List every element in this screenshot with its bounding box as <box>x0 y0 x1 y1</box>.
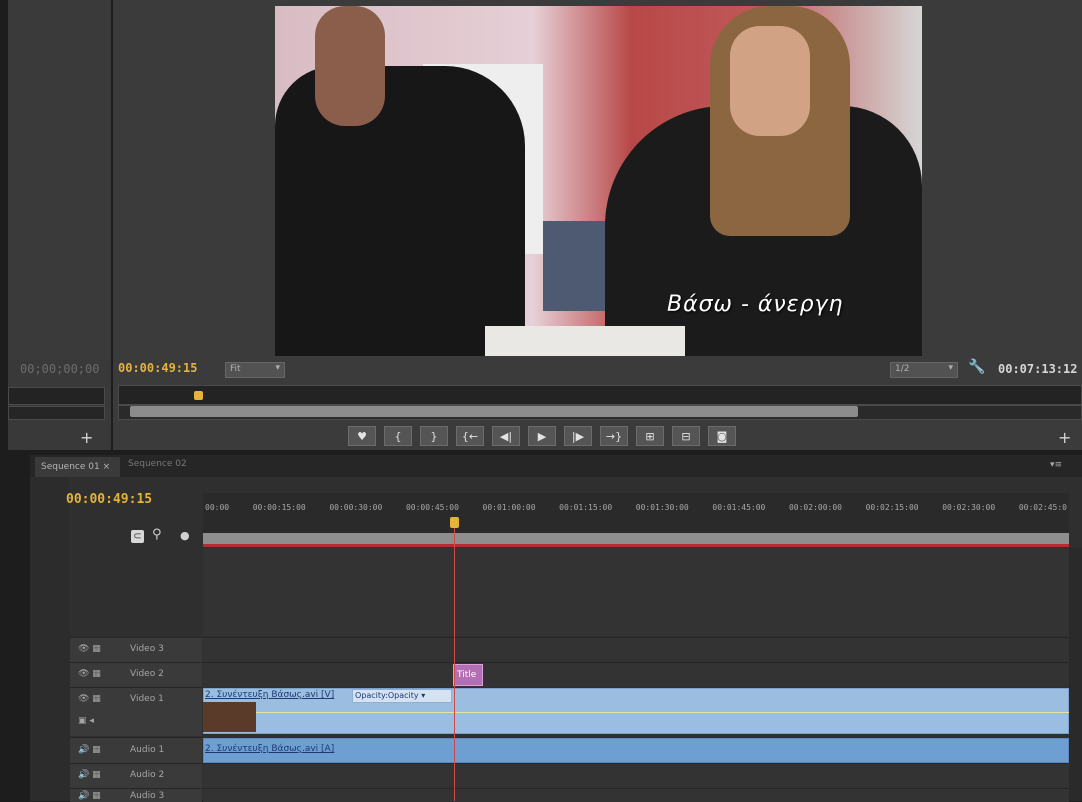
video-clip-thumbnail <box>203 702 256 732</box>
go-to-out-button[interactable]: →} <box>600 426 628 446</box>
timeline-vertical-scrollbar[interactable] <box>1069 548 1082 801</box>
tab-sequence-02[interactable]: Sequence 02 <box>128 459 187 469</box>
export-frame-button[interactable]: ◙ <box>708 426 736 446</box>
opacity-rubber-band[interactable] <box>256 712 1069 713</box>
track-header-audio-3[interactable]: 🔊 ▦ Audio 3 <box>70 788 202 802</box>
source-zoom-bar[interactable] <box>8 406 105 420</box>
ruler-label: 00:00:30:00 <box>329 503 383 512</box>
track-area-video-2[interactable] <box>203 662 1069 687</box>
eye-icon[interactable]: 👁 ▦ <box>78 669 101 679</box>
extract-button[interactable]: ⊟ <box>672 426 700 446</box>
timeline-playhead-line <box>454 528 455 801</box>
eye-icon[interactable]: 👁 ▦ <box>78 644 101 654</box>
program-time-ruler[interactable] <box>118 385 1082 405</box>
keyframe-icon[interactable]: ▣ ◂ <box>78 716 94 726</box>
chevron-down-icon: ▾ <box>275 363 280 373</box>
resolution-dropdown[interactable]: 1/2 ▾ <box>890 362 958 378</box>
eye-icon[interactable]: 👁 ▦ <box>78 694 101 704</box>
ruler-label: 00:00 <box>205 503 230 512</box>
track-label: Video 2 <box>130 669 164 679</box>
source-add-button[interactable]: + <box>80 428 93 447</box>
timeline-left-strip <box>30 477 70 801</box>
timeline-empty-area <box>203 548 1069 636</box>
fit-dropdown-label: Fit <box>230 364 241 374</box>
ruler-label: 00:02:00:00 <box>788 503 842 512</box>
audio-clip-name: 2. Συνέντευξη Βάσως.avi [A] <box>205 744 335 754</box>
resolution-dropdown-label: 1/2 <box>895 364 910 374</box>
timeline-ruler[interactable] <box>203 493 1069 533</box>
timeline-ruler-labels: 00:00 00:00:15:00 00:00:30:00 00:00:45:0… <box>205 503 1067 512</box>
source-time-ruler[interactable] <box>8 387 105 405</box>
track-header-video-3[interactable]: 👁 ▦ Video 3 <box>70 637 202 662</box>
track-area-audio-3[interactable] <box>203 788 1069 802</box>
add-marker-button[interactable]: ♥ <box>348 426 376 446</box>
lift-button[interactable]: ⊞ <box>636 426 664 446</box>
track-header-audio-2[interactable]: 🔊 ▦ Audio 2 <box>70 763 202 788</box>
speaker-icon[interactable]: 🔊 ▦ <box>78 770 101 780</box>
ruler-label: 00:01:00:00 <box>482 503 536 512</box>
play-button[interactable]: ▶ <box>528 426 556 446</box>
title-clip[interactable]: Title <box>453 664 483 686</box>
track-header-video-2[interactable]: 👁 ▦ Video 2 <box>70 662 202 687</box>
panel-menu-icon[interactable]: ▾≡ <box>1050 460 1062 470</box>
source-monitor-screen <box>8 0 111 360</box>
ruler-label: 00:00:45:00 <box>405 503 459 512</box>
program-timecode[interactable]: 00:00:49:15 <box>118 361 197 375</box>
work-area-bar[interactable] <box>203 533 1069 544</box>
speaker-icon[interactable]: 🔊 ▦ <box>78 791 101 801</box>
step-forward-button[interactable]: |▶ <box>564 426 592 446</box>
ruler-label: 00:02:30:00 <box>942 503 996 512</box>
go-to-in-button[interactable]: {← <box>456 426 484 446</box>
track-label: Audio 3 <box>130 791 165 801</box>
opacity-effect-dropdown[interactable]: Opacity:Opacity ▾ <box>352 689 452 703</box>
video-person-left <box>275 66 525 356</box>
sequence-duration: 00:07:13:12 <box>998 362 1078 376</box>
mark-in-button[interactable]: { <box>384 426 412 446</box>
timeline-tab-bar <box>30 455 1082 477</box>
title-clip-label: Title <box>457 670 477 680</box>
ruler-label: 00:01:45:00 <box>712 503 766 512</box>
timeline-timecode[interactable]: 00:00:49:15 <box>66 492 152 507</box>
wrench-icon[interactable]: 🔧 <box>968 359 985 375</box>
video-subtitle: Βάσω - άνεργη <box>667 292 844 317</box>
video-clip-name: 2. Συνέντευξη Βάσως.avi [V] <box>205 690 335 700</box>
video-person-right-face <box>730 26 810 136</box>
track-header-video-1[interactable]: 👁 ▦ Video 1 ▣ ◂ <box>70 687 202 736</box>
video-box <box>543 221 613 311</box>
track-label: Audio 2 <box>130 770 165 780</box>
set-marker-dot-icon[interactable]: ● <box>180 529 190 542</box>
video-person-left-face <box>315 6 385 126</box>
step-back-button[interactable]: ◀| <box>492 426 520 446</box>
speaker-icon[interactable]: 🔊 ▦ <box>78 745 101 755</box>
track-label: Video 1 <box>130 694 164 704</box>
track-label: Video 3 <box>130 644 164 654</box>
chevron-down-icon: ▾ <box>948 363 953 373</box>
add-marker-icon[interactable]: ⚲ <box>152 527 162 542</box>
program-video-frame: Βάσω - άνεργη <box>275 6 922 356</box>
program-playhead[interactable] <box>194 391 203 400</box>
ruler-label: 00:02:45:0 <box>1018 503 1067 512</box>
timeline-playhead[interactable] <box>450 517 459 528</box>
video-floor <box>485 326 685 356</box>
mark-out-button[interactable]: } <box>420 426 448 446</box>
render-status-bar <box>203 544 1069 547</box>
track-area-video-3[interactable] <box>203 637 1069 662</box>
fit-dropdown[interactable]: Fit ▾ <box>225 362 285 378</box>
ruler-label: 00:01:30:00 <box>635 503 689 512</box>
tab-label: Sequence 01 × <box>41 462 111 472</box>
ruler-label: 00:01:15:00 <box>559 503 613 512</box>
program-zoom-handle[interactable] <box>130 406 858 417</box>
ruler-label: 00:00:15:00 <box>252 503 306 512</box>
track-header-audio-1[interactable]: 🔊 ▦ Audio 1 <box>70 737 202 763</box>
transport-controls: ♥ { } {← ◀| ▶ |▶ →} ⊞ ⊟ ◙ <box>348 426 736 446</box>
ruler-label: 00:02:15:00 <box>865 503 919 512</box>
snap-icon[interactable]: ⊂ <box>131 530 144 543</box>
tab-sequence-01[interactable]: Sequence 01 × <box>35 457 120 477</box>
track-label: Audio 1 <box>130 745 165 755</box>
track-area-audio-2[interactable] <box>203 763 1069 788</box>
program-add-button[interactable]: + <box>1058 428 1071 447</box>
source-timecode[interactable]: 00;00;00;00 <box>20 362 99 376</box>
opacity-effect-label: Opacity:Opacity ▾ <box>355 691 426 700</box>
